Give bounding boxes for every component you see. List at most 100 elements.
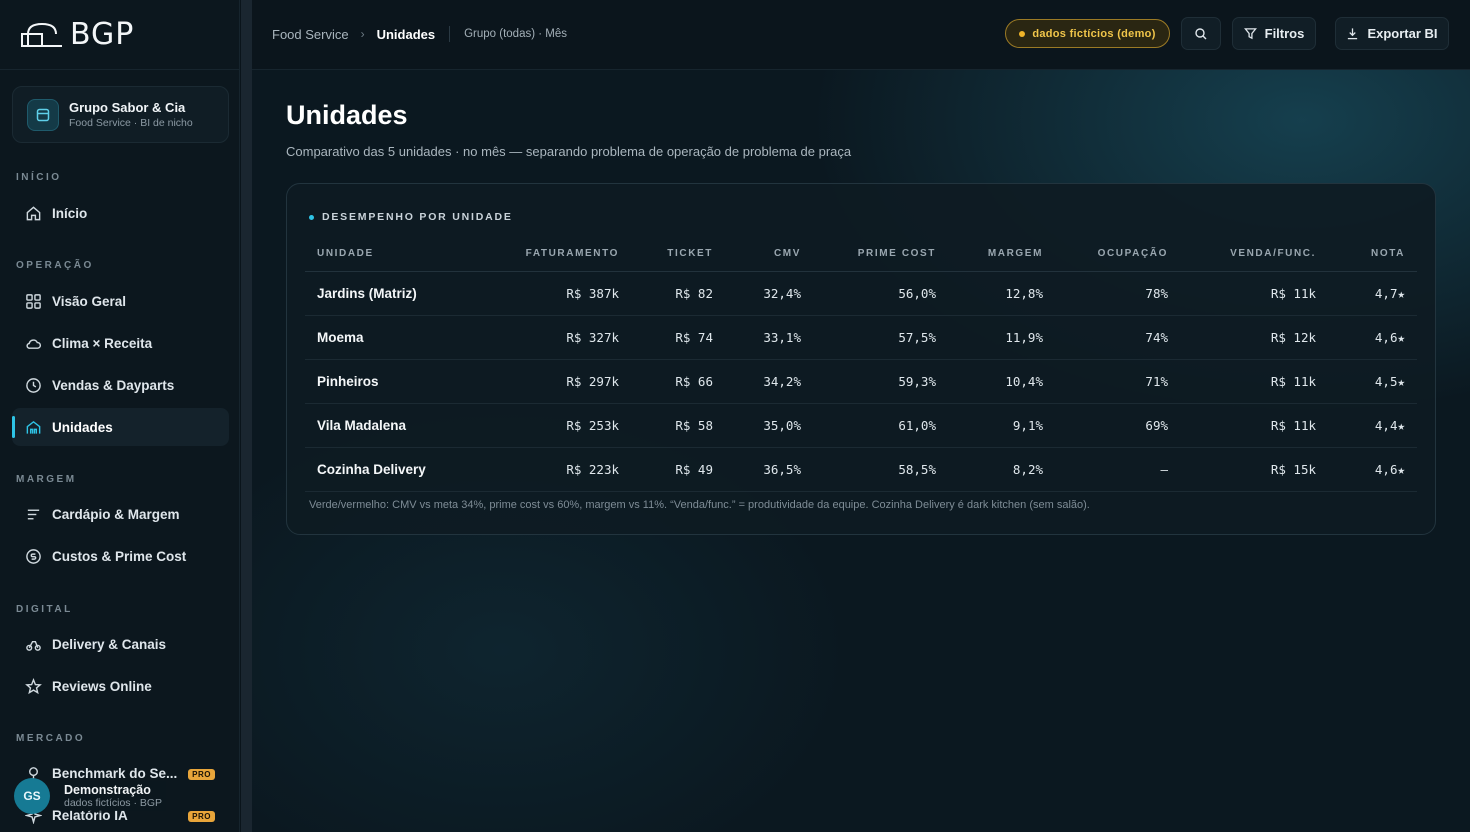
ticket-cell: R$ 66 <box>631 359 725 404</box>
store-icon <box>27 98 59 131</box>
rating-cell: 4,4★ <box>1328 403 1417 448</box>
table-row[interactable]: Vila Madalena R$ 253k R$ 58 35,0% 61,0% … <box>305 403 1417 448</box>
occupancy-cell: 71% <box>1055 359 1180 404</box>
pro-badge: PRO <box>188 811 215 822</box>
sidebar-item-label: Vendas & Dayparts <box>52 377 175 393</box>
sidebar-item-label: Unidades <box>52 419 113 435</box>
unit-name: Cozinha Delivery <box>305 447 495 492</box>
search-button[interactable] <box>1181 17 1221 50</box>
star-icon <box>25 677 42 694</box>
sidebar-item-delivery[interactable]: Delivery & Canais <box>12 625 229 663</box>
org-switcher[interactable]: Grupo Sabor & Cia Food Service · BI de n… <box>12 86 229 143</box>
divider <box>0 69 239 70</box>
unit-name: Vila Madalena <box>305 403 495 448</box>
ticket-cell: R$ 58 <box>631 403 725 448</box>
grid-icon <box>26 293 41 309</box>
sidebar-item-custos[interactable]: Custos & Prime Cost <box>12 537 229 575</box>
filters-button[interactable]: Filtros <box>1232 17 1316 50</box>
prime-cost-cell: 56,0% <box>813 271 948 316</box>
filters-label: Filtros <box>1264 26 1305 41</box>
sidebar-item-label: Clima × Receita <box>52 335 153 351</box>
cloud-icon <box>26 338 42 349</box>
sidebar-item-cardapio[interactable]: Cardápio & Margem <box>12 495 229 533</box>
revenue-cell: R$ 253k <box>495 403 631 448</box>
status-dot-icon <box>1019 30 1026 37</box>
column-header[interactable]: UNIDADE <box>305 236 495 272</box>
sales-per-employee-cell: R$ 12k <box>1180 315 1328 360</box>
logo-text: BGP <box>70 16 135 52</box>
logo-mark-icon <box>21 22 62 47</box>
sidebar-item-label: Cardápio & Margem <box>52 506 180 522</box>
rating-cell: 4,7★ <box>1328 271 1417 316</box>
bike-icon <box>26 640 41 651</box>
sidebar: BGP Grupo Sabor & Cia Food Service · BI … <box>0 0 240 832</box>
column-header[interactable]: CMV <box>725 236 813 272</box>
sales-per-employee-cell: R$ 11k <box>1180 271 1328 316</box>
section-label-digital: DIGITAL <box>16 604 73 615</box>
page-title: Unidades <box>286 100 408 130</box>
page-subtitle: Comparativo das 5 unidades · no mês — se… <box>286 144 852 159</box>
column-header[interactable]: PRIME COST <box>813 236 948 272</box>
table-row[interactable]: Jardins (Matriz) R$ 387k R$ 82 32,4% 56,… <box>305 271 1417 316</box>
main-content: Food Service › Unidades Grupo (todas) · … <box>252 0 1470 832</box>
breadcrumb-current: Unidades <box>376 26 436 42</box>
occupancy-cell: — <box>1055 447 1180 492</box>
rating-cell: 4,6★ <box>1328 447 1417 492</box>
margin-cell: 12,8% <box>948 271 1055 316</box>
topbar: Food Service › Unidades Grupo (todas) · … <box>252 0 1470 70</box>
column-header[interactable]: VENDA/FUNC. <box>1180 236 1328 272</box>
table-row[interactable]: Pinheiros R$ 297k R$ 66 34,2% 59,3% 10,4… <box>305 359 1417 404</box>
margin-cell: 10,4% <box>948 359 1055 404</box>
user-name: Demonstração <box>64 783 151 797</box>
breadcrumb: Food Service › Unidades Grupo (todas) · … <box>272 26 567 42</box>
sidebar-scrollbar[interactable] <box>241 0 252 832</box>
download-icon <box>1348 28 1358 40</box>
avatar: GS <box>14 778 50 814</box>
filter-icon <box>1243 28 1257 40</box>
prime-cost-cell: 57,5% <box>813 315 948 360</box>
org-name: Grupo Sabor & Cia <box>69 100 186 115</box>
sidebar-item-reviews[interactable]: Reviews Online <box>12 667 229 705</box>
section-label-margem: MARGEM <box>16 474 77 485</box>
column-header[interactable]: OCUPAÇÃO <box>1055 236 1180 272</box>
column-header[interactable]: NOTA <box>1328 236 1417 272</box>
rating-cell: 4,6★ <box>1328 315 1417 360</box>
sidebar-item-label: Reviews Online <box>52 678 152 694</box>
sidebar-item-unidades[interactable]: Unidades <box>12 408 229 446</box>
occupancy-cell: 78% <box>1055 271 1180 316</box>
sales-per-employee-cell: R$ 11k <box>1180 403 1328 448</box>
export-button[interactable]: Exportar BI <box>1335 17 1449 50</box>
prime-cost-cell: 59,3% <box>813 359 948 404</box>
sales-per-employee-cell: R$ 11k <box>1180 359 1328 404</box>
sidebar-item-clima[interactable]: Clima × Receita <box>12 324 229 362</box>
revenue-cell: R$ 387k <box>495 271 631 316</box>
table-row[interactable]: Cozinha Delivery R$ 223k R$ 49 36,5% 58,… <box>305 447 1417 492</box>
demo-badge: dados fictícios (demo) <box>1005 19 1170 48</box>
column-header[interactable]: TICKET <box>631 236 725 272</box>
margin-cell: 8,2% <box>948 447 1055 492</box>
occupancy-cell: 74% <box>1055 315 1180 360</box>
revenue-cell: R$ 327k <box>495 315 631 360</box>
unit-name: Moema <box>305 315 495 360</box>
section-label-mercado: MERCADO <box>16 733 86 744</box>
brand-logo[interactable]: BGP <box>20 16 135 52</box>
building-icon <box>26 420 41 434</box>
cmv-cell: 34,2% <box>725 359 813 404</box>
prime-cost-cell: 58,5% <box>813 447 948 492</box>
sidebar-item-visao-geral[interactable]: Visão Geral <box>12 282 229 320</box>
breadcrumb-root[interactable]: Food Service <box>272 27 349 42</box>
card-title: DESEMPENHO POR UNIDADE <box>309 211 513 223</box>
user-profile[interactable]: GS Demonstração dados fictícios · BGP <box>14 778 167 814</box>
table-row[interactable]: Moema R$ 327k R$ 74 33,1% 57,5% 11,9% 74… <box>305 315 1417 360</box>
user-subtitle: dados fictícios · BGP <box>64 797 163 809</box>
card-title-text: DESEMPENHO POR UNIDADE <box>322 211 513 223</box>
context-label[interactable]: Grupo (todas) · Mês <box>464 28 567 40</box>
sales-per-employee-cell: R$ 15k <box>1180 447 1328 492</box>
cmv-cell: 33,1% <box>725 315 813 360</box>
column-header[interactable]: MARGEM <box>948 236 1055 272</box>
unit-name: Jardins (Matriz) <box>305 271 495 316</box>
sidebar-item-inicio[interactable]: Início <box>12 194 229 232</box>
sidebar-item-vendas[interactable]: Vendas & Dayparts <box>12 366 229 404</box>
column-header[interactable]: FATURAMENTO <box>495 236 631 272</box>
ticket-cell: R$ 49 <box>631 447 725 492</box>
